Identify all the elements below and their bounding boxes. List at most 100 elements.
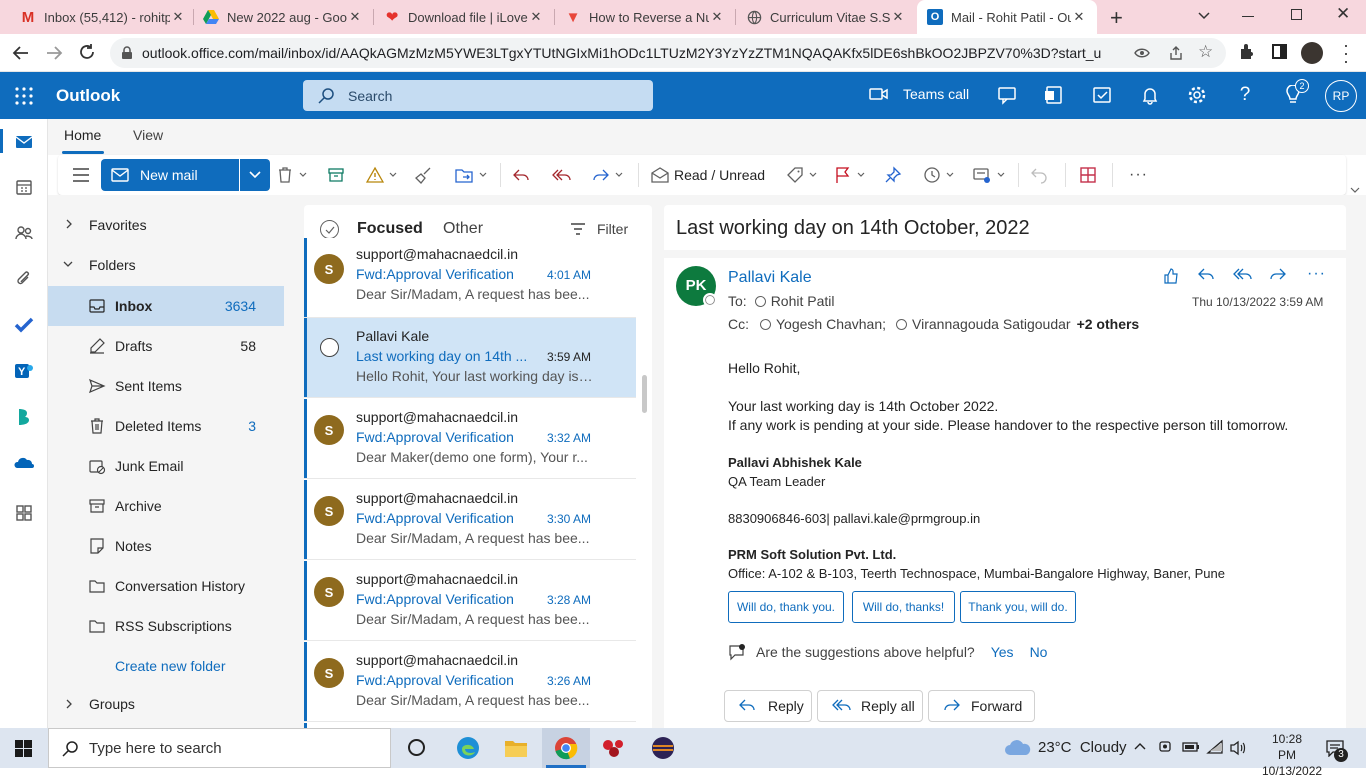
chat-icon[interactable]	[997, 85, 1017, 105]
mail-icon[interactable]	[14, 132, 34, 152]
people-icon[interactable]	[14, 223, 34, 243]
folder-junk-email[interactable]: Junk Email	[48, 446, 284, 486]
sender-name[interactable]: Pallavi Kale	[728, 269, 812, 287]
address-bar[interactable]: outlook.office.com/mail/inbox/id/AAQkAGM…	[110, 38, 1226, 68]
more-apps-icon[interactable]	[14, 503, 34, 523]
snooze-button[interactable]	[923, 165, 955, 185]
settings-gear-icon[interactable]	[1187, 85, 1207, 105]
suggested-reply-button[interactable]: Thank you, will do.	[960, 591, 1076, 623]
teams-call-button[interactable]: Teams call	[869, 86, 969, 102]
close-tab-icon[interactable]: ✕	[890, 9, 906, 25]
tab-view[interactable]: View	[133, 127, 163, 143]
list-item[interactable]: S support@mahacnaedcil.in Fwd:Approval V…	[304, 480, 636, 560]
folder-archive[interactable]: Archive	[48, 486, 284, 526]
rules-button[interactable]	[972, 165, 1006, 185]
eye-icon[interactable]	[1134, 46, 1150, 60]
windows-start-icon[interactable]	[15, 740, 32, 757]
new-mail-dropdown[interactable]	[240, 159, 270, 191]
feedback-no-link[interactable]: No	[1030, 644, 1048, 660]
show-hidden-icons[interactable]	[1134, 741, 1146, 751]
bell-icon[interactable]	[1140, 85, 1160, 105]
folder-inbox[interactable]: Inbox 3634	[48, 286, 284, 326]
list-item[interactable]: S support@mahacnaedcil.in Fwd:Approval V…	[304, 561, 636, 641]
suggested-reply-button[interactable]: Will do, thanks!	[852, 591, 955, 623]
tag-button[interactable]	[786, 165, 818, 185]
yammer-icon[interactable]: Y	[14, 361, 34, 381]
undo-button[interactable]	[1030, 165, 1048, 185]
forward-button[interactable]: Forward	[928, 690, 1035, 722]
search-box[interactable]: Search	[303, 80, 653, 111]
move-to-button[interactable]	[454, 165, 488, 185]
recipient-cc[interactable]: Virannagouda Satigoudar	[912, 316, 1071, 332]
recipient-cc[interactable]: Yogesh Chavhan;	[776, 316, 886, 332]
feedback-yes-link[interactable]: Yes	[991, 644, 1014, 660]
folder-rss-subscriptions[interactable]: RSS Subscriptions	[48, 606, 284, 646]
close-tab-icon[interactable]: ✕	[347, 9, 363, 25]
like-icon[interactable]	[1163, 268, 1179, 284]
extensions-icon[interactable]	[1238, 43, 1256, 61]
profile-avatar[interactable]	[1301, 42, 1323, 64]
groups-header[interactable]: Groups	[48, 684, 284, 724]
chrome-icon[interactable]	[554, 736, 578, 760]
reply-button[interactable]	[512, 165, 530, 185]
todo-icon[interactable]	[1092, 85, 1112, 105]
recipient-to[interactable]: Rohit Patil	[771, 293, 835, 309]
tab-other[interactable]: Other	[443, 220, 483, 238]
ribbon-collapse-icon[interactable]	[1350, 186, 1360, 194]
back-icon[interactable]	[12, 44, 30, 62]
bookings-icon[interactable]	[14, 407, 34, 427]
wifi-icon[interactable]	[1206, 739, 1224, 755]
volume-icon[interactable]	[1229, 740, 1247, 756]
apps-button[interactable]	[1079, 165, 1097, 185]
tab-search-icon[interactable]	[1197, 8, 1211, 22]
webcam-icon[interactable]	[1158, 740, 1172, 756]
favorites-header[interactable]: Favorites	[48, 204, 284, 244]
lock-icon[interactable]	[121, 46, 133, 60]
browser-tab-vedantu[interactable]: ▼ How to Reverse a Nur ✕	[555, 0, 735, 34]
reply-all-button[interactable]	[552, 165, 572, 185]
help-icon[interactable]: ?	[1235, 85, 1255, 105]
bookmark-star-icon[interactable]: ☆	[1198, 42, 1213, 62]
suggested-reply-button[interactable]: Will do, thank you.	[728, 591, 844, 623]
menu-kebab-icon[interactable]: · · ·	[1343, 36, 1349, 70]
flag-button[interactable]	[834, 165, 866, 185]
new-tab-icon[interactable]: +	[1110, 5, 1123, 31]
reload-icon[interactable]	[78, 43, 96, 61]
list-item[interactable]: S support@mahacnaedcil.in Fwd:Approval V…	[304, 399, 636, 479]
more-options-button[interactable]: ···	[1129, 165, 1148, 185]
browser-tab-cv[interactable]: Curriculum Vitae S.S.S ✕	[736, 0, 916, 34]
more-actions-icon[interactable]: ···	[1307, 265, 1326, 283]
close-tab-icon[interactable]: ✕	[709, 9, 725, 25]
reply-all-button[interactable]: Reply all	[817, 690, 923, 722]
word-icon[interactable]	[1044, 85, 1064, 105]
select-checkbox[interactable]	[320, 338, 339, 357]
app-icon-red[interactable]	[601, 737, 627, 759]
sidepanel-icon[interactable]	[1272, 44, 1287, 59]
filter-button[interactable]: Filter	[570, 221, 628, 237]
close-tab-icon[interactable]: ✕	[528, 9, 544, 25]
create-new-folder-link[interactable]: Create new folder	[115, 658, 226, 674]
folder-sent-items[interactable]: Sent Items	[48, 366, 284, 406]
folder-conversation-history[interactable]: Conversation History	[48, 566, 284, 606]
list-item[interactable]: S support@mahacnaedcil.in Fwd:Approval V…	[304, 642, 636, 722]
taskbar-clock[interactable]: 10:28 PM 10/13/2022	[1262, 731, 1322, 779]
folder-drafts[interactable]: Drafts 58	[48, 326, 284, 366]
new-mail-button[interactable]: New mail	[101, 159, 239, 191]
onedrive-icon[interactable]	[14, 453, 34, 473]
reply-all-icon[interactable]	[1233, 267, 1253, 283]
todo-check-icon[interactable]	[14, 315, 34, 335]
folder-deleted-items[interactable]: Deleted Items 3	[48, 406, 284, 446]
browser-tab-ilovepdf[interactable]: ❤ Download file | iLoveP ✕	[374, 0, 554, 34]
reply-icon[interactable]	[1197, 267, 1215, 283]
archive-button[interactable]	[327, 165, 345, 185]
browser-tab-drive[interactable]: New 2022 aug - Goog ✕	[193, 0, 373, 34]
more-recipients-link[interactable]: +2 others	[1077, 316, 1140, 332]
app-launcher-icon[interactable]	[15, 87, 33, 105]
battery-icon[interactable]	[1182, 741, 1200, 753]
close-tab-icon[interactable]: ✕	[170, 9, 186, 25]
hamburger-icon[interactable]	[72, 165, 90, 185]
forward-button[interactable]	[592, 165, 624, 185]
app-name[interactable]: Outlook	[56, 86, 120, 106]
read-unread-button[interactable]: Read / Unread	[651, 165, 765, 185]
attachment-icon[interactable]	[14, 269, 34, 289]
